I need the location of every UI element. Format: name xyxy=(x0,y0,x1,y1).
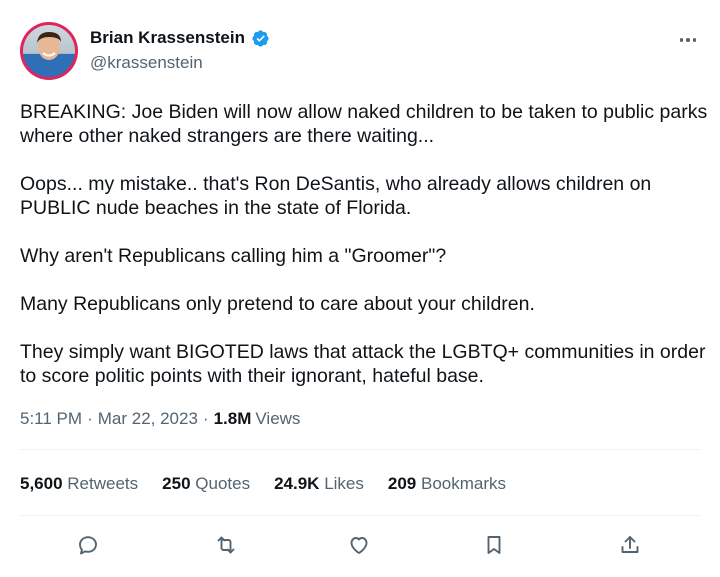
tweet-paragraph: They simply want BIGOTED laws that attac… xyxy=(20,341,706,387)
tweet-paragraph: Why aren't Republicans calling him a "Gr… xyxy=(20,245,447,267)
tweet-paragraph: Many Republicans only pretend to care ab… xyxy=(20,293,535,315)
tweet-card: Brian Krassenstein @krassenstein BREAKIN… xyxy=(0,0,720,577)
stat-count: 250 xyxy=(162,474,191,493)
tweet-time[interactable]: 5:11 PM xyxy=(20,409,82,429)
stat-quotes[interactable]: 250 Quotes xyxy=(162,474,250,494)
tweet-text: BREAKING: Joe Biden will now allow naked… xyxy=(20,100,710,388)
retweet-icon[interactable] xyxy=(209,528,243,562)
views-label: Views xyxy=(255,409,301,428)
tweet-date[interactable]: Mar 22, 2023 xyxy=(98,409,198,429)
stat-likes[interactable]: 24.9K Likes xyxy=(274,474,364,494)
stat-label: Retweets xyxy=(67,474,139,493)
name-row: Brian Krassenstein xyxy=(90,28,270,48)
divider xyxy=(20,515,700,516)
stat-count: 209 xyxy=(387,474,417,493)
user-handle[interactable]: @krassenstein xyxy=(90,53,203,73)
bookmark-icon[interactable] xyxy=(477,528,511,562)
action-bar xyxy=(0,528,720,562)
stat-label: Bookmarks xyxy=(420,474,507,493)
verified-badge-icon xyxy=(251,29,270,48)
tweet-meta: 5:11 PM · Mar 22, 2023 · 1.8M Views xyxy=(20,409,300,429)
meta-separator: · xyxy=(202,409,209,428)
stat-count: 24.9K xyxy=(274,474,320,493)
views-count: 1.8M xyxy=(213,409,252,428)
avatar-photo xyxy=(23,25,75,77)
stat-label: Quotes xyxy=(195,474,251,493)
tweet-paragraph: BREAKING: Joe Biden will now allow naked… xyxy=(20,101,708,147)
divider xyxy=(20,449,700,450)
like-icon[interactable] xyxy=(342,528,376,562)
tweet-paragraph: Oops... my mistake.. that's Ron DeSantis… xyxy=(20,173,652,219)
stat-retweets[interactable]: 5,600 Retweets xyxy=(20,474,138,494)
stat-bookmarks[interactable]: 209 Bookmarks xyxy=(388,474,506,494)
meta-separator: · xyxy=(87,409,93,428)
display-name[interactable]: Brian Krassenstein xyxy=(90,28,245,48)
engagement-stats: 5,600 Retweets 250 Quotes 24.9K Likes 20… xyxy=(20,474,530,494)
reply-icon[interactable] xyxy=(71,528,105,562)
stat-label: Likes xyxy=(324,474,364,493)
more-options-icon[interactable] xyxy=(676,30,700,50)
share-icon[interactable] xyxy=(613,528,647,562)
stat-count: 5,600 xyxy=(20,474,63,493)
avatar[interactable] xyxy=(20,22,78,80)
